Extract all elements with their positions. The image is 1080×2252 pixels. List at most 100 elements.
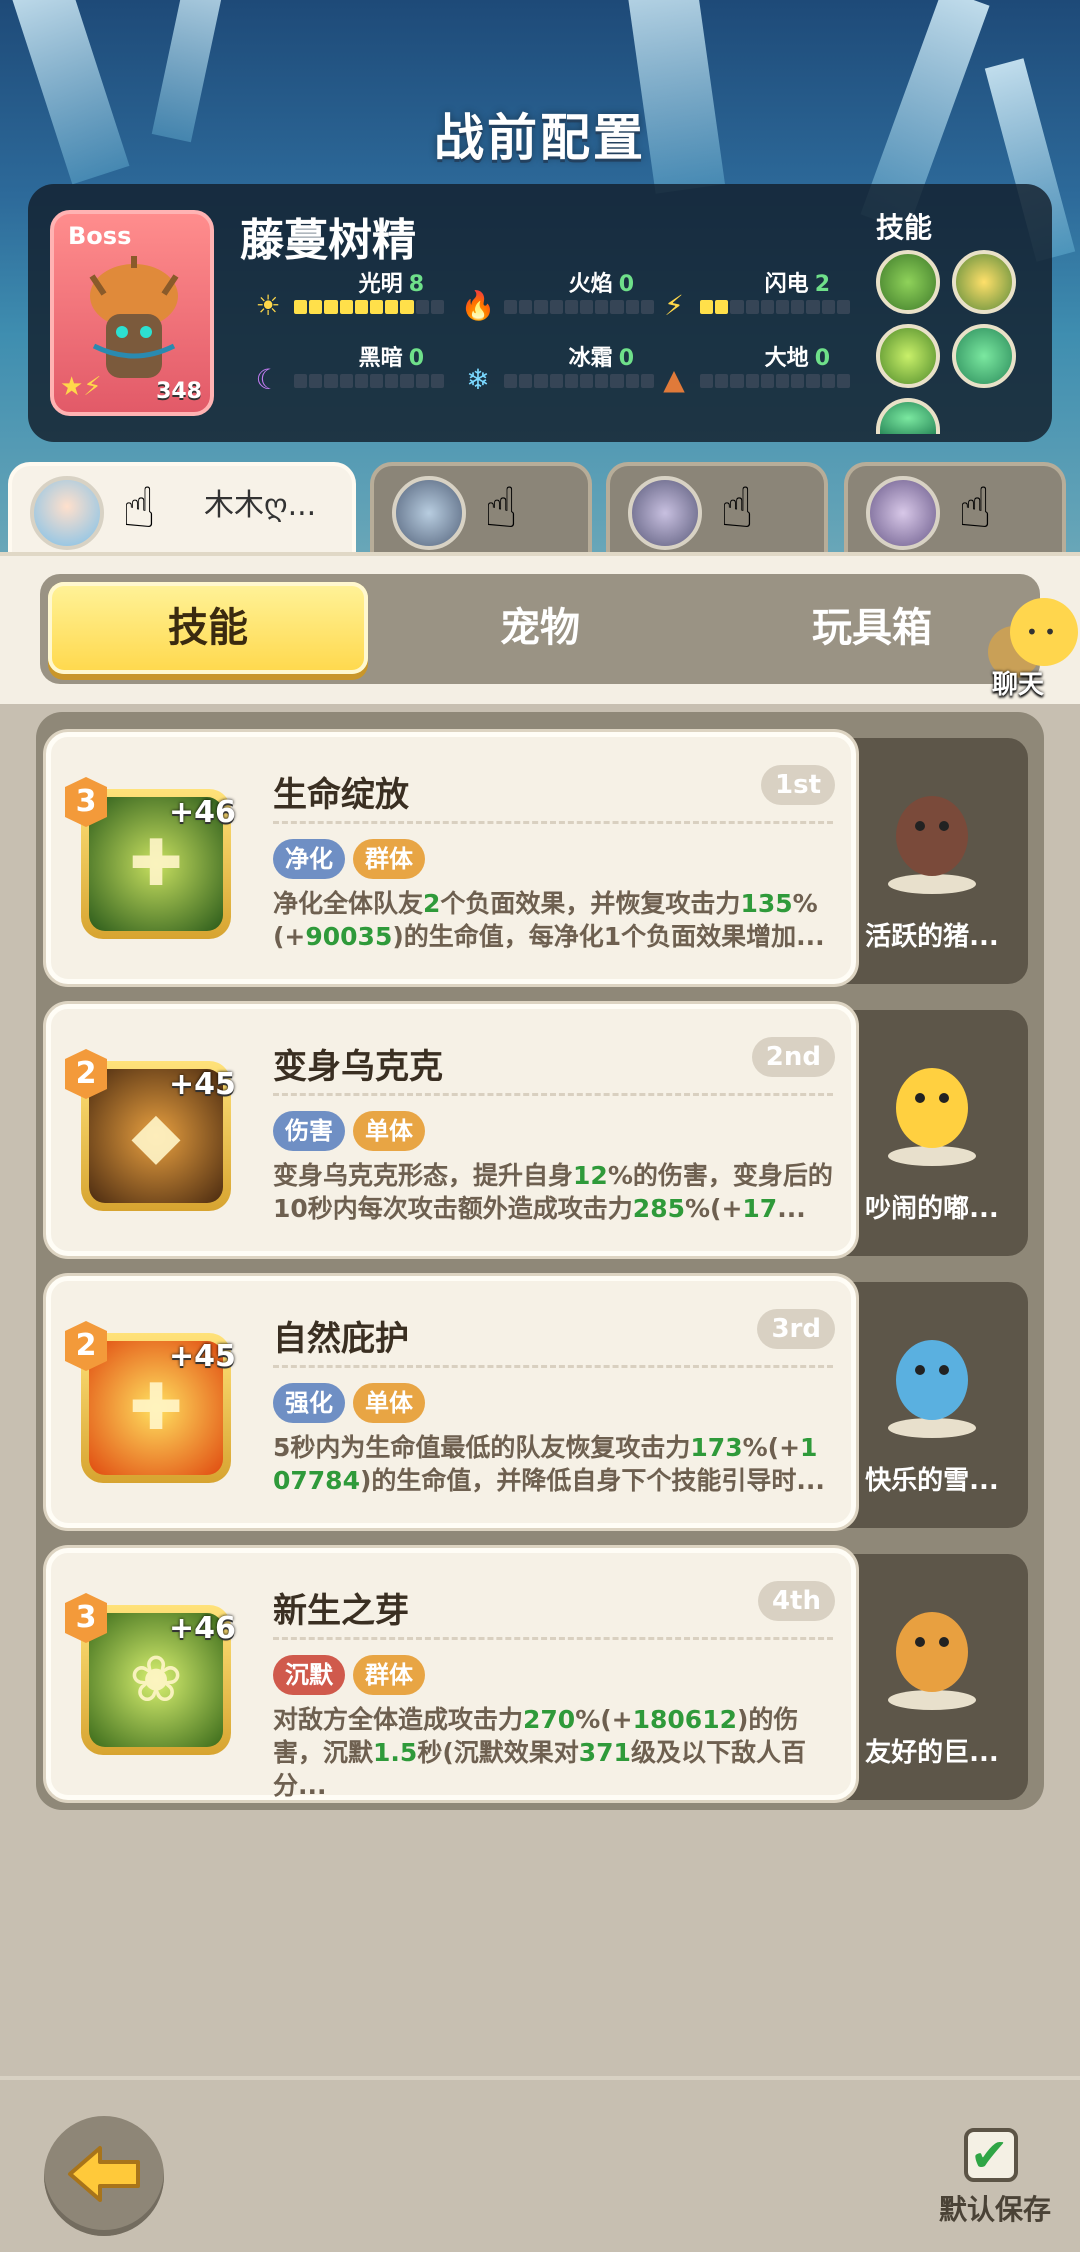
back-arrow-icon xyxy=(68,2146,140,2202)
snowflake-icon: ❄ xyxy=(466,363,490,396)
boss-skill-sprout-icon[interactable] xyxy=(876,250,940,314)
player-avatar xyxy=(30,476,104,550)
skill-tag: 群体 xyxy=(353,1655,425,1695)
pointing-hand-icon: ☝ xyxy=(958,476,993,541)
skill-bonus-value: +46 xyxy=(169,1611,236,1646)
default-save-toggle[interactable]: ✔ 默认保存 xyxy=(930,2128,1060,2238)
lightning-icon: ⚡ xyxy=(664,289,684,322)
skill-level-badge: 2 xyxy=(65,1321,107,1371)
skill-row[interactable]: 友好的巨... ❀ 3 +46 新生之芽 4th 沉默 群体 对敌方全体造成攻击力270%(+1… xyxy=(46,1548,1034,1800)
ally-avatar xyxy=(392,476,466,550)
skill-description: 对敌方全体造成攻击力270%(+180612)的伤害，沉默1.5秒(沉默效果对3… xyxy=(273,1703,833,1799)
tab-skills[interactable]: 技能 xyxy=(48,582,368,674)
skill-card[interactable]: ✚ 2 +45 自然庇护 3rd 强化 单体 5秒内为生命值最低的队友恢复攻击力173%(+1… xyxy=(46,1276,856,1528)
pet-name: 吵闹的嘟... xyxy=(865,1194,999,1224)
boss-portrait[interactable]: Boss ★⚡ 348 xyxy=(50,210,214,416)
pet-slot[interactable]: 活跃的猪... xyxy=(836,738,1028,984)
chick-face-icon: • • xyxy=(1026,620,1056,644)
pet-slot[interactable]: 友好的巨... xyxy=(836,1554,1028,1800)
skill-desc-text: )的生命值，并降低自身下个技能引导时... xyxy=(359,1466,825,1495)
tab-pets[interactable]: 宠物 xyxy=(380,582,700,674)
element-earth-stat: ▲ 大地 0 xyxy=(656,340,876,400)
skill-desc-text: 变身乌克克形态，提升自身 xyxy=(273,1161,574,1190)
skill-list: 活跃的猪... ✚ 3 +46 生命绽放 1st 净化 群体 净化全体队友2个负面效果，并恢复攻… xyxy=(36,712,1044,1810)
skill-row[interactable]: 活跃的猪... ✚ 3 +46 生命绽放 1st 净化 群体 净化全体队友2个负面效果，并恢复攻… xyxy=(46,732,1034,984)
element-progress-bar xyxy=(294,374,445,388)
team-slot-2[interactable]: ☝ xyxy=(370,462,592,558)
team-slot-1[interactable]: ☝ 木木ღ... xyxy=(8,462,356,558)
boss-skill-swirl-icon[interactable] xyxy=(952,324,1016,388)
pet-slot[interactable]: 快乐的雪... xyxy=(836,1282,1028,1528)
boss-skill-more-icon[interactable] xyxy=(876,398,940,434)
divider xyxy=(273,1093,833,1096)
chat-button[interactable]: • • 聊天 xyxy=(976,598,1078,702)
flame-icon: 🔥 xyxy=(460,289,496,322)
element-label: 冰霜 0 xyxy=(504,340,634,372)
divider xyxy=(273,1637,833,1640)
pet-figure-icon xyxy=(888,796,976,894)
skill-desc-text: 秒(沉默效果对 xyxy=(417,1738,579,1767)
skill-row[interactable]: 吵闹的嘟... ◆ 2 +45 变身乌克克 2nd 伤害 单体 变身乌克克形态，提升自身12%的… xyxy=(46,1004,1034,1256)
pet-name: 快乐的雪... xyxy=(865,1466,999,1496)
skill-card[interactable]: ❀ 3 +46 新生之芽 4th 沉默 群体 对敌方全体造成攻击力270%(+180612)的… xyxy=(46,1548,856,1800)
skill-tag: 强化 xyxy=(273,1383,345,1423)
element-name: 火焰 xyxy=(568,272,613,297)
element-name: 大地 xyxy=(764,346,809,371)
team-slot-3[interactable]: ☝ xyxy=(606,462,828,558)
skill-bonus-value: +45 xyxy=(169,1067,236,1102)
chat-label: 聊天 xyxy=(992,670,1045,700)
back-button[interactable] xyxy=(44,2116,164,2236)
skill-description: 变身乌克克形态，提升自身12%的伤害，变身后的10秒内每次攻击额外造成攻击力28… xyxy=(273,1159,833,1255)
skill-desc-text: %(+ xyxy=(575,1705,633,1734)
element-value: 2 xyxy=(814,272,830,297)
element-name: 黑暗 xyxy=(358,346,403,371)
config-tab-bar: 技能 宠物 玩具箱 xyxy=(0,552,1080,704)
boss-tag: Boss xyxy=(68,222,132,250)
skill-desc-text: 净化全体队友 xyxy=(273,889,424,918)
divider xyxy=(273,821,833,824)
tab-track: 技能 宠物 玩具箱 xyxy=(40,574,1040,684)
moon-icon: ☾ xyxy=(255,363,281,396)
skill-card[interactable]: ◆ 2 +45 变身乌克克 2nd 伤害 单体 变身乌克克形态，提升自身12%的伤害，变身后的… xyxy=(46,1004,856,1256)
element-name: 光明 xyxy=(358,272,403,297)
skill-desc-text: 个负面效果，并恢复攻击力 xyxy=(440,889,741,918)
page-title: 战前配置 xyxy=(434,109,646,167)
skill-desc-number: 173 xyxy=(690,1433,743,1462)
boss-skill-leaf-icon[interactable] xyxy=(876,324,940,388)
skill-order-badge: 4th xyxy=(757,1581,835,1621)
skill-desc-number: 285 xyxy=(632,1194,685,1223)
boss-name: 藤蔓树精 xyxy=(240,215,416,266)
element-value: 0 xyxy=(618,272,634,297)
skill-row[interactable]: 快乐的雪... ✚ 2 +45 自然庇护 3rd 强化 单体 5秒内为生命值最低的队友恢复攻击力… xyxy=(46,1276,1034,1528)
skill-desc-number: 371 xyxy=(578,1738,631,1767)
element-value: 0 xyxy=(408,346,424,371)
pointing-hand-icon: ☝ xyxy=(720,476,755,541)
skill-desc-number: 270 xyxy=(523,1705,576,1734)
ally-avatar xyxy=(628,476,702,550)
skill-description: 净化全体队友2个负面效果，并恢复攻击力135%(+90035)的生命值，每净化1… xyxy=(273,887,833,983)
pet-figure-icon xyxy=(888,1068,976,1166)
skill-desc-number: 12 xyxy=(573,1161,608,1190)
skill-level-badge: 3 xyxy=(65,777,107,827)
element-sun-stat: ☀ 光明 8 xyxy=(250,266,470,326)
skill-order-badge: 1st xyxy=(761,765,835,805)
skill-level-badge: 2 xyxy=(65,1049,107,1099)
element-label: 大地 0 xyxy=(700,340,830,372)
boss-skills-label: 技能 xyxy=(876,211,933,244)
skill-bonus-value: +46 xyxy=(169,795,236,830)
skill-tag: 沉默 xyxy=(273,1655,345,1695)
team-slot-4[interactable]: ☝ xyxy=(844,462,1066,558)
pet-slot[interactable]: 吵闹的嘟... xyxy=(836,1010,1028,1256)
skill-level-badge: 3 xyxy=(65,1593,107,1643)
footer-bar: ✔ 默认保存 xyxy=(0,2076,1080,2252)
skill-order-badge: 3rd xyxy=(757,1309,835,1349)
pet-figure-icon xyxy=(888,1340,976,1438)
boss-skill-burst-icon[interactable] xyxy=(952,250,1016,314)
skill-desc-text: )的生命值，每净化1个负面效果增加... xyxy=(392,922,825,951)
skill-title: 自然庇护 xyxy=(273,1319,409,1359)
skill-desc-text: 5秒内为生命值最低的队友恢复攻击力 xyxy=(273,1433,691,1462)
skill-card[interactable]: ✚ 3 +46 生命绽放 1st 净化 群体 净化全体队友2个负面效果，并恢复攻击力135%(… xyxy=(46,732,856,984)
skill-desc-number: 2 xyxy=(423,889,441,918)
lightning-star-icon: ★⚡ xyxy=(60,372,102,402)
element-label: 闪电 2 xyxy=(700,266,830,298)
